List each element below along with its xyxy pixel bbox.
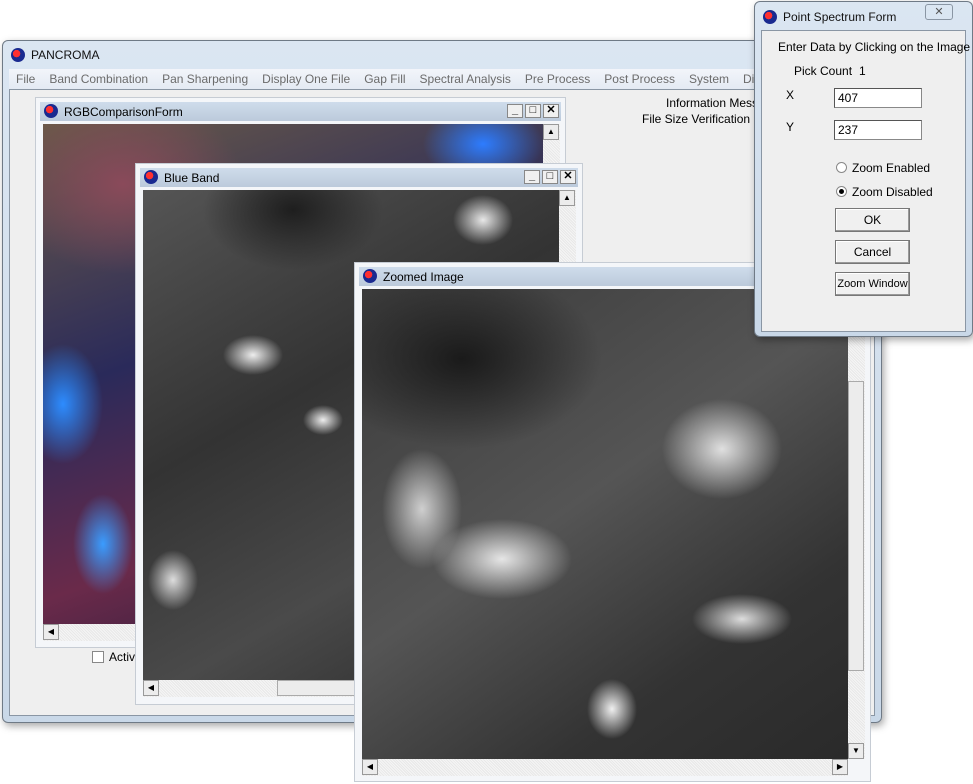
instruction-label: Enter Data by Clicking on the Image bbox=[778, 40, 971, 54]
point-spectrum-title: Point Spectrum Form bbox=[783, 10, 897, 24]
x-input[interactable]: 407 bbox=[834, 88, 922, 108]
activate-checkbox[interactable] bbox=[92, 651, 104, 663]
form-icon bbox=[363, 269, 377, 283]
zoom-enabled-label: Zoom Enabled bbox=[852, 161, 931, 175]
pick-count-value: 1 bbox=[859, 64, 866, 78]
form-icon bbox=[763, 10, 777, 24]
menu-post-process[interactable]: Post Process bbox=[597, 69, 682, 89]
scroll-right-arrow[interactable]: ▶ bbox=[832, 759, 848, 775]
zoom-disabled-radio[interactable] bbox=[836, 186, 847, 197]
scroll-left-arrow[interactable]: ◀ bbox=[143, 680, 159, 696]
scroll-up-arrow[interactable]: ▲ bbox=[559, 190, 575, 206]
app-icon bbox=[11, 48, 25, 62]
zoomed-image[interactable] bbox=[362, 289, 848, 759]
menu-system[interactable]: System bbox=[682, 69, 736, 89]
x-label: X bbox=[786, 88, 795, 102]
rgb-title-bar[interactable]: RGBComparisonForm _ □ ✕ bbox=[40, 102, 561, 121]
zoomed-horizontal-scrollbar[interactable]: ◀ ▶ bbox=[362, 759, 848, 776]
window-title: PANCROMA bbox=[31, 48, 100, 62]
menu-spectral-analysis[interactable]: Spectral Analysis bbox=[413, 69, 518, 89]
menu-display-one-file[interactable]: Display One File bbox=[255, 69, 357, 89]
maximize-button[interactable]: □ bbox=[542, 170, 558, 184]
minimize-button[interactable]: _ bbox=[507, 104, 523, 118]
pick-count-label: Pick Count bbox=[794, 64, 853, 78]
ok-button[interactable]: OK bbox=[835, 208, 910, 232]
menu-band-combination[interactable]: Band Combination bbox=[42, 69, 155, 89]
menu-pre-process[interactable]: Pre Process bbox=[518, 69, 597, 89]
menu-bar: File Band Combination Pan Sharpening Dis… bbox=[9, 69, 875, 89]
scroll-down-arrow[interactable]: ▼ bbox=[848, 743, 864, 759]
y-input[interactable]: 237 bbox=[834, 120, 922, 140]
zoom-disabled-label: Zoom Disabled bbox=[852, 185, 933, 199]
point-spectrum-form: Point Spectrum Form ✕ Enter Data by Clic… bbox=[754, 1, 973, 337]
scroll-left-arrow[interactable]: ◀ bbox=[362, 759, 378, 775]
point-spectrum-client: Enter Data by Clicking on the Image Pick… bbox=[761, 30, 970, 332]
menu-gap-fill[interactable]: Gap Fill bbox=[357, 69, 412, 89]
form-icon bbox=[144, 170, 158, 184]
y-label: Y bbox=[786, 120, 795, 134]
menu-file[interactable]: File bbox=[9, 69, 42, 89]
zoom-enabled-radio[interactable] bbox=[836, 162, 847, 173]
maximize-button[interactable]: □ bbox=[525, 104, 541, 118]
scroll-thumb[interactable] bbox=[848, 381, 864, 671]
scroll-left-arrow[interactable]: ◀ bbox=[43, 624, 59, 640]
close-button[interactable]: ✕ bbox=[925, 4, 953, 20]
minimize-button[interactable]: _ bbox=[524, 170, 540, 184]
zoomed-title: Zoomed Image bbox=[383, 270, 464, 284]
zoomed-vertical-scrollbar[interactable]: ▲▼ bbox=[848, 289, 865, 759]
blue-band-title: Blue Band bbox=[164, 171, 220, 185]
close-button[interactable]: ✕ bbox=[543, 104, 559, 118]
zoom-window-button[interactable]: Zoom Window bbox=[835, 272, 910, 296]
scroll-up-arrow[interactable]: ▲ bbox=[543, 124, 559, 140]
close-button[interactable]: ✕ bbox=[560, 170, 576, 184]
info-label: Information Messa bbox=[666, 96, 765, 110]
form-icon bbox=[44, 104, 58, 118]
zoomed-image-form: Zoomed Image _□✕ ▲▼ ◀▶ bbox=[354, 262, 871, 782]
rgb-title: RGBComparisonForm bbox=[64, 105, 183, 119]
blue-band-title-bar[interactable]: Blue Band _ □ ✕ bbox=[140, 168, 578, 187]
cancel-button[interactable]: Cancel bbox=[835, 240, 910, 264]
menu-pan-sharpening[interactable]: Pan Sharpening bbox=[155, 69, 255, 89]
